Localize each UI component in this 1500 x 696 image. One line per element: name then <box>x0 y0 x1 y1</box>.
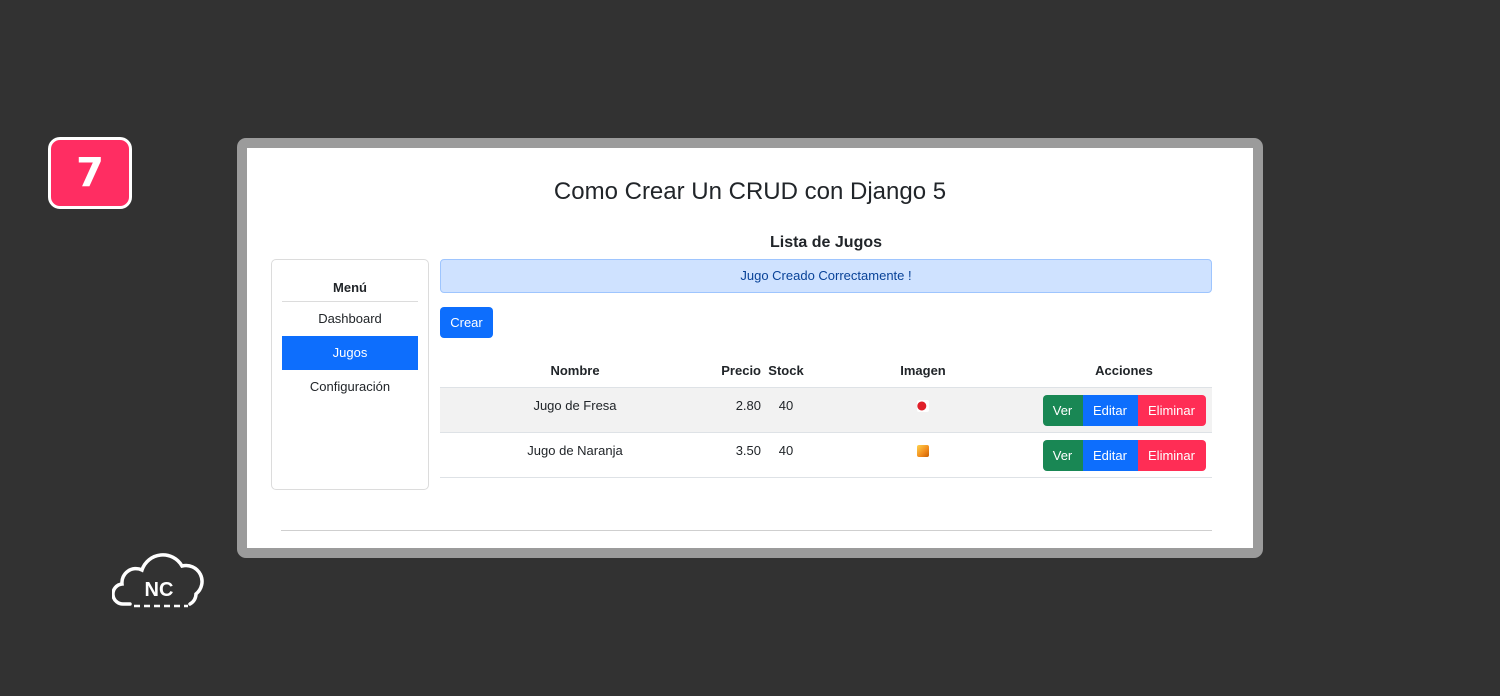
step-number-badge: 7 <box>48 137 132 209</box>
action-button-group: Ver Editar Eliminar <box>1042 395 1206 426</box>
sidebar-heading: Menú <box>282 270 418 302</box>
cell-imagen <box>810 432 1036 478</box>
sidebar-item-dashboard[interactable]: Dashboard <box>282 302 418 336</box>
header-acciones: Acciones <box>1036 353 1212 388</box>
page-title: Como Crear Un CRUD con Django 5 <box>553 178 947 205</box>
sidebar-item-configuracion[interactable]: Configuración <box>282 370 418 404</box>
sidebar-item-jugos[interactable]: Jugos <box>282 336 418 370</box>
juices-table: Nombre Precio Stock Imagen Acciones Jugo… <box>440 353 1212 478</box>
header-precio: Precio <box>710 353 762 388</box>
cell-stock: 40 <box>762 432 810 478</box>
table-row: Jugo de Naranja 3.50 40 Ver Editar Elimi… <box>440 432 1212 478</box>
header-nombre: Nombre <box>440 353 710 388</box>
delete-button[interactable]: Eliminar <box>1137 395 1206 426</box>
cell-acciones: Ver Editar Eliminar <box>1036 387 1212 433</box>
edit-button[interactable]: Editar <box>1082 395 1138 426</box>
cell-imagen <box>810 387 1036 433</box>
action-button-group: Ver Editar Eliminar <box>1042 440 1206 471</box>
sidebar-menu: Menú Dashboard Jugos Configuración <box>271 259 429 490</box>
main-content: Jugo Creado Correctamente ! Crear Nombre… <box>440 259 1212 478</box>
cell-stock: 40 <box>762 387 810 433</box>
screenshot-frame: Como Crear Un CRUD con Django 5 Lista de… <box>237 138 1263 558</box>
list-title: Lista de Jugos <box>769 234 883 251</box>
success-alert: Jugo Creado Correctamente ! <box>440 259 1212 293</box>
header-stock: Stock <box>762 353 810 388</box>
header-imagen: Imagen <box>810 353 1036 388</box>
delete-button[interactable]: Eliminar <box>1137 440 1206 471</box>
app-window: Como Crear Un CRUD con Django 5 Lista de… <box>247 148 1253 548</box>
table-row: Jugo de Fresa 2.80 40 Ver Editar Elimina… <box>440 387 1212 433</box>
cell-precio: 3.50 <box>710 432 762 478</box>
view-button[interactable]: Ver <box>1042 395 1083 426</box>
strawberry-thumbnail <box>917 400 929 412</box>
cell-nombre: Jugo de Fresa <box>440 387 710 433</box>
edit-button[interactable]: Editar <box>1082 440 1138 471</box>
footer-divider <box>281 530 1212 531</box>
table-header-row: Nombre Precio Stock Imagen Acciones <box>440 353 1212 388</box>
orange-thumbnail <box>917 445 929 457</box>
cell-nombre: Jugo de Naranja <box>440 432 710 478</box>
view-button[interactable]: Ver <box>1042 440 1083 471</box>
create-button[interactable]: Crear <box>440 307 493 338</box>
logo-text: NC <box>145 579 174 601</box>
nc-cloud-logo: NC <box>112 553 204 608</box>
cell-precio: 2.80 <box>710 387 762 433</box>
cell-acciones: Ver Editar Eliminar <box>1036 432 1212 478</box>
